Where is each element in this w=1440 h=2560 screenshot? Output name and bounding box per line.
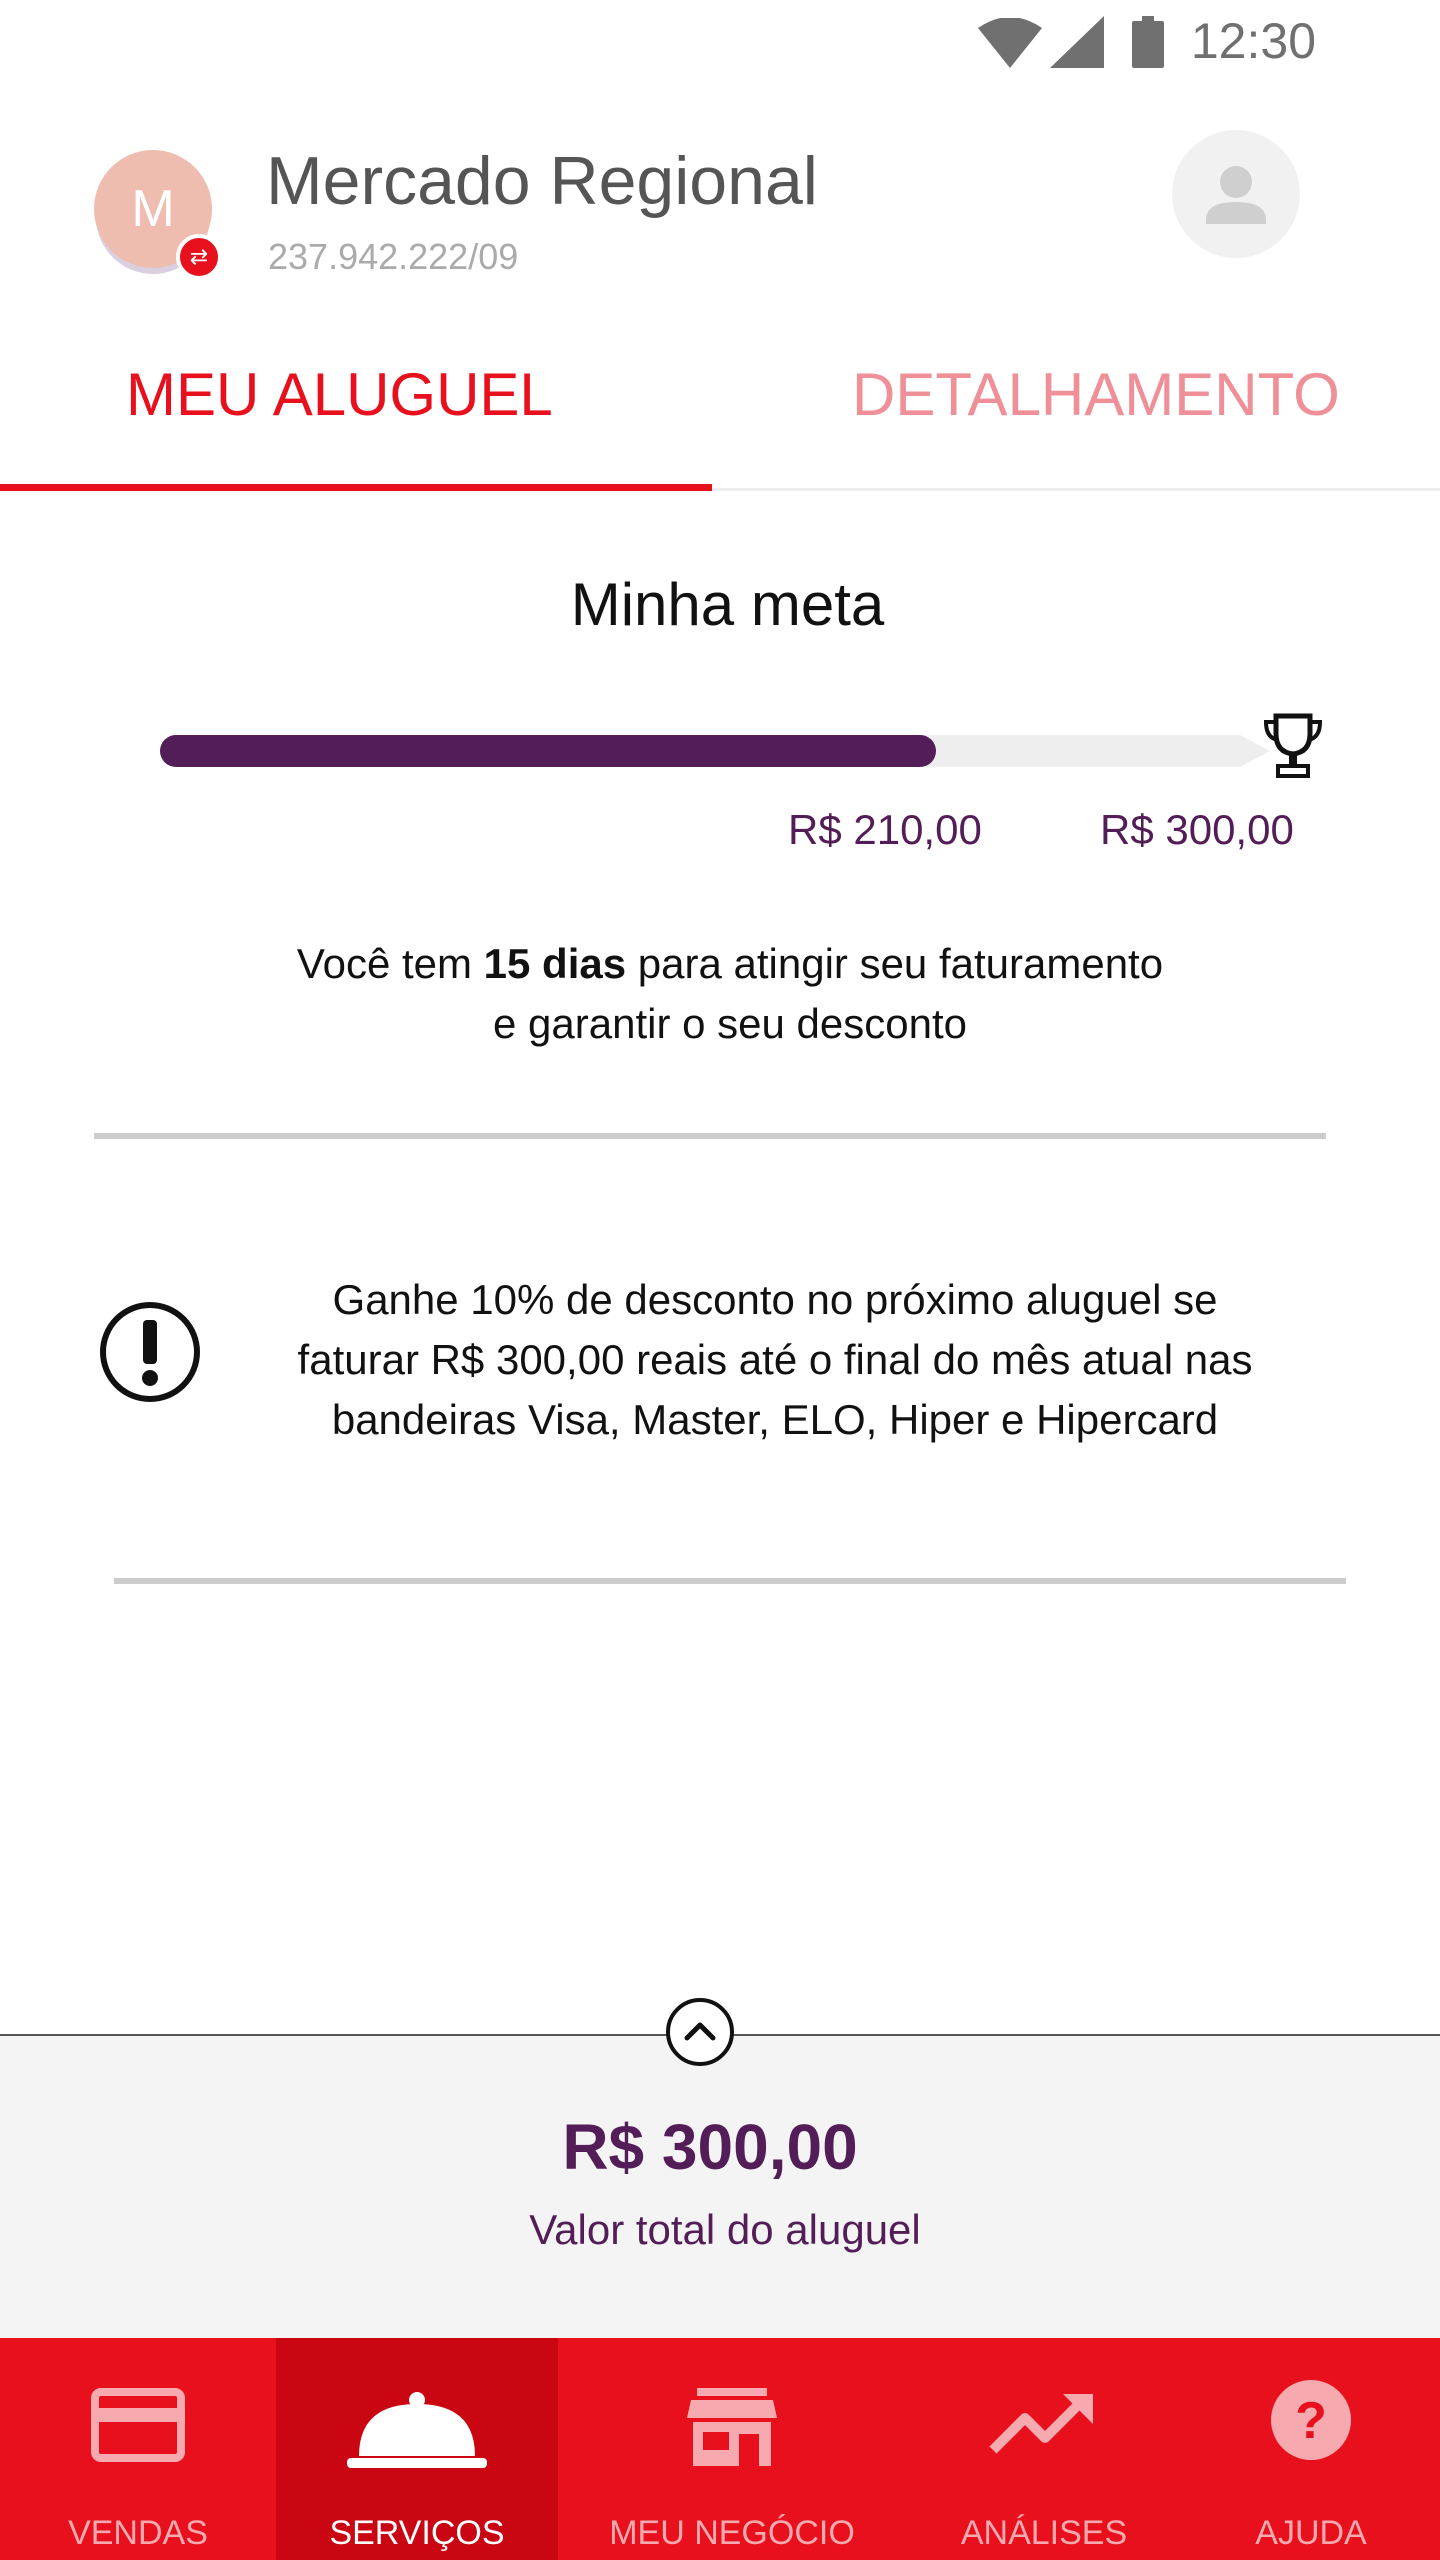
svg-text:?: ?: [1295, 2392, 1327, 2450]
nav-item-analises[interactable]: ANÁLISES: [906, 2338, 1182, 2560]
trending-up-icon: [989, 2394, 1093, 2454]
bottom-nav: VENDAS SERVIÇOS MEU NEGÓCIO ANÁLISES ? A…: [0, 2338, 1440, 2560]
nav-item-vendas[interactable]: VENDAS: [0, 2338, 276, 2560]
card-icon: [91, 2388, 185, 2462]
nav-label: AJUDA: [1255, 2514, 1367, 2552]
goal-progress-fill: [160, 735, 936, 767]
goal-days-remaining: 15 dias: [483, 940, 627, 987]
nav-label: MEU NEGÓCIO: [609, 2514, 855, 2552]
section-divider: [114, 1578, 1346, 1584]
goal-message-line2: e garantir o seu desconto: [493, 1000, 967, 1047]
goal-message-prefix: Você tem: [296, 940, 484, 987]
store-icon: [687, 2388, 777, 2466]
tab-indicator: [0, 484, 712, 491]
total-rent-value: R$ 300,00: [562, 2111, 858, 2183]
tab-meu-aluguel[interactable]: MEU ALUGUEL: [126, 360, 553, 429]
help-icon: ?: [1271, 2380, 1351, 2460]
battery-icon: [1132, 16, 1164, 68]
status-bar: 12:30: [0, 0, 1440, 84]
discount-info-line: faturar R$ 300,00 reais até o final do m…: [297, 1336, 1253, 1383]
nav-item-servicos[interactable]: SERVIÇOS: [276, 2338, 558, 2560]
rent-summary-panel: [0, 2034, 1440, 2340]
nav-label: SERVIÇOS: [329, 2514, 505, 2552]
discount-info-line: bandeiras Visa, Master, ELO, Hiper e Hip…: [331, 1396, 1219, 1443]
nav-item-ajuda[interactable]: ? AJUDA: [1182, 2338, 1440, 2560]
goal-target-value: R$ 300,00: [1100, 806, 1294, 853]
goal-message-suffix: para atingir seu faturamento: [626, 940, 1164, 987]
swap-account-icon[interactable]: ⇄: [176, 234, 222, 280]
nav-label: ANÁLISES: [960, 2514, 1128, 2552]
current-revenue-value: R$ 210,00: [788, 806, 982, 853]
goal-message: Você tem 15 dias para atingir seu fatura…: [180, 934, 1280, 1054]
nav-label: VENDAS: [68, 2514, 208, 2552]
signal-icon: [1050, 16, 1104, 68]
cloche-icon: [347, 2392, 487, 2468]
chevron-up-icon: [684, 2022, 716, 2041]
alert-icon: [100, 1302, 200, 1402]
goal-title: Minha meta: [570, 571, 885, 638]
wifi-icon: [978, 18, 1042, 68]
profile-button[interactable]: [1172, 130, 1300, 258]
total-rent-label: Valor total do aluguel: [529, 2206, 921, 2253]
expand-summary-button[interactable]: [666, 1998, 734, 2066]
status-time: 12:30: [1190, 13, 1316, 69]
merchant-document: 237.942.222/09: [268, 236, 519, 277]
nav-item-meu-negocio[interactable]: MEU NEGÓCIO: [558, 2338, 906, 2560]
trophy-icon: [1263, 713, 1323, 778]
section-divider: [94, 1133, 1326, 1139]
discount-info-line: Ganhe 10% de desconto no próximo aluguel…: [332, 1276, 1218, 1323]
tab-detalhamento[interactable]: DETALHAMENTO: [852, 360, 1340, 429]
merchant-name: Mercado Regional: [266, 143, 818, 219]
user-icon: [1206, 166, 1266, 224]
discount-info: Ganhe 10% de desconto no próximo aluguel…: [240, 1270, 1310, 1450]
